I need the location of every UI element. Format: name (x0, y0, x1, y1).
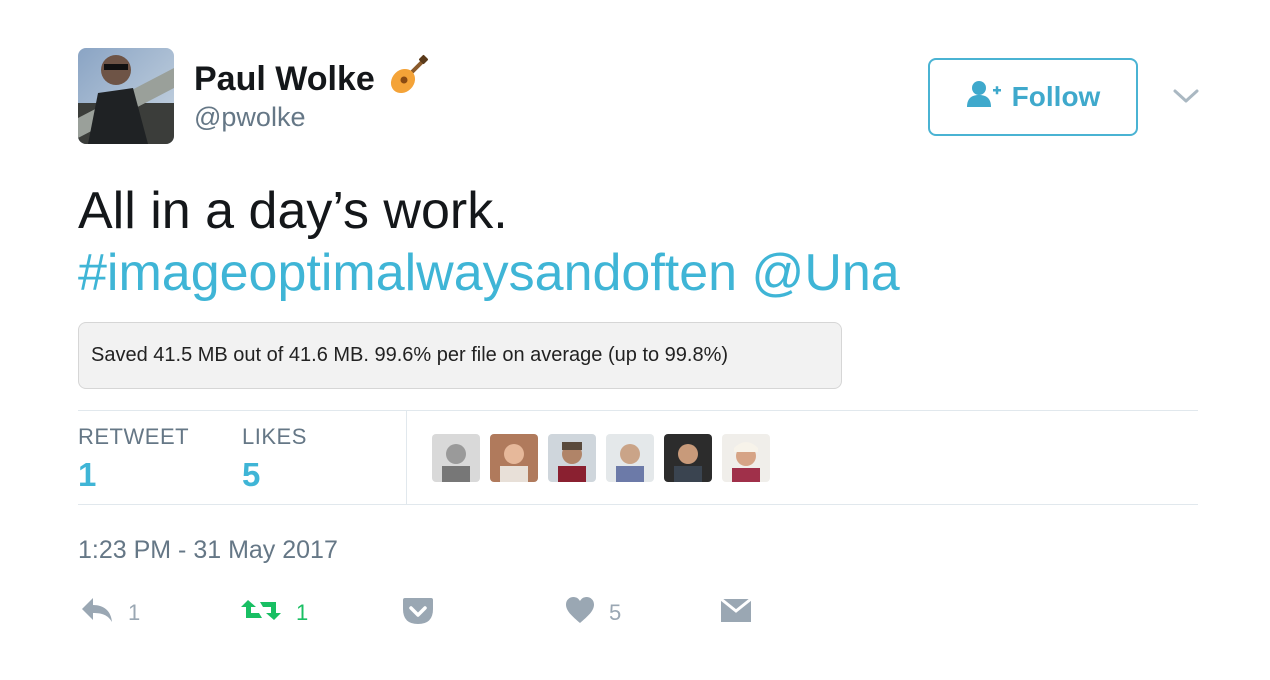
retweet-action[interactable]: 1 (240, 596, 308, 630)
author-display-name[interactable]: Paul Wolke (194, 53, 431, 106)
message-action[interactable] (720, 596, 752, 630)
liker-avatar[interactable] (664, 434, 712, 482)
likes-value: 5 (242, 456, 261, 493)
like-action[interactable]: 5 (565, 596, 621, 630)
reply-count: 1 (128, 600, 141, 625)
tweet-image[interactable]: Saved 41.5 MB out of 41.6 MB. 99.6% per … (78, 322, 842, 389)
hashtag-link[interactable]: #imageoptimalwaysandoften (78, 244, 737, 302)
follow-button[interactable]: Follow (928, 58, 1138, 136)
tweet-text-line: All in a day’s work. (78, 182, 508, 240)
likers-list (432, 434, 770, 482)
likes-stat[interactable]: LIKES 5 (242, 424, 307, 494)
author-handle[interactable]: @pwolke (194, 102, 305, 133)
retweets-stat[interactable]: RETWEET 1 (78, 424, 189, 494)
liker-avatar[interactable] (490, 434, 538, 482)
reply-icon (80, 596, 114, 630)
tweet-text: All in a day’s work. #imageoptimalwaysan… (78, 180, 900, 304)
retweet-count: 1 (296, 600, 309, 625)
like-count: 5 (609, 600, 622, 625)
message-icon (720, 596, 752, 630)
liker-avatar[interactable] (606, 434, 654, 482)
stats-divider (406, 411, 407, 505)
pocket-action[interactable] (402, 596, 434, 632)
reply-action[interactable]: 1 (80, 596, 140, 630)
chevron-down-icon[interactable] (1170, 80, 1202, 112)
follow-button-label: Follow (1011, 81, 1101, 112)
display-name-text[interactable]: Paul Wolke (194, 60, 375, 99)
add-user-icon (966, 80, 1002, 115)
tweet-timestamp[interactable]: 1:23 PM - 31 May 2017 (78, 536, 338, 565)
retweets-value: 1 (78, 456, 97, 493)
pocket-icon (402, 596, 434, 632)
image-text: Saved 41.5 MB out of 41.6 MB. 99.6% per … (91, 344, 729, 366)
liker-avatar[interactable] (548, 434, 596, 482)
author-avatar[interactable] (78, 48, 174, 144)
likes-label: LIKES (242, 424, 307, 449)
guitar-icon (387, 53, 431, 106)
liker-avatar[interactable] (432, 434, 480, 482)
divider (78, 504, 1198, 505)
retweet-icon (240, 596, 282, 630)
divider (78, 410, 1198, 411)
liker-avatar[interactable] (722, 434, 770, 482)
retweets-label: RETWEET (78, 424, 190, 449)
heart-icon (565, 596, 595, 630)
mention-link[interactable]: @Una (752, 244, 900, 302)
